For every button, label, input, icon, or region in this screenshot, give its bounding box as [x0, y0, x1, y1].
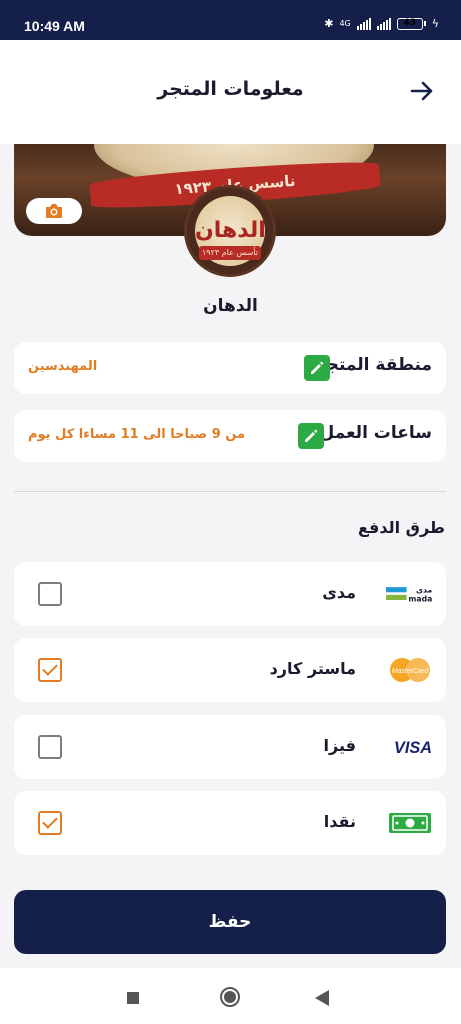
store-name: الدهان — [203, 296, 258, 316]
cash-icon — [386, 809, 434, 837]
store-area-label: منطقة المتجر — [316, 355, 432, 375]
edit-hours-button[interactable] — [298, 423, 324, 449]
payment-method-mada[interactable]: مدى mada مدى — [14, 562, 446, 626]
mada-icon: مدى mada — [386, 580, 434, 608]
charging-icon: ϟ — [431, 17, 439, 30]
logo-text: الدهان — [195, 218, 266, 243]
payment-label: نقدا — [323, 812, 356, 831]
store-logo[interactable]: الدهان تأسس عام ١٩٢٣ — [184, 185, 276, 277]
status-icons: ✱ 4G 43 ϟ — [324, 17, 439, 30]
change-cover-button[interactable] — [26, 198, 82, 224]
battery-level: 43 — [403, 17, 416, 28]
back-button[interactable] — [409, 78, 435, 104]
visa-checkbox[interactable] — [38, 735, 62, 759]
payment-label: مدى — [322, 583, 356, 602]
cash-checkbox[interactable] — [38, 811, 62, 835]
system-back-button[interactable] — [315, 990, 329, 1006]
pencil-icon — [311, 361, 324, 374]
mada-checkbox[interactable] — [38, 582, 62, 606]
working-hours-row: ساعات العمل من 9 صباحا الى 11 مساءا كل ي… — [14, 410, 446, 462]
app-header: معلومات المتجر — [0, 40, 461, 144]
payment-method-mastercard[interactable]: MasterCard ماستر كارد — [14, 638, 446, 702]
camera-icon — [46, 204, 62, 218]
mada-icon-text-bottom: mada — [408, 595, 432, 604]
logo-ribbon: تأسس عام ١٩٢٣ — [199, 246, 261, 260]
working-hours-value: من 9 صباحا الى 11 مساءا كل يوم — [28, 427, 246, 442]
arrow-right-icon — [410, 81, 433, 101]
working-hours-label: ساعات العمل — [319, 423, 432, 443]
divider — [14, 491, 446, 492]
mastercard-icon: MasterCard — [386, 656, 434, 684]
save-button[interactable]: حفظ — [14, 890, 446, 954]
payment-label: ماستر كارد — [269, 659, 356, 678]
store-area-row: منطقة المتجر المهندسين — [14, 342, 446, 394]
mastercard-checkbox[interactable] — [38, 658, 62, 682]
bluetooth-icon: ✱ — [324, 17, 334, 30]
mada-icon-text-top: مدى — [416, 585, 433, 594]
edit-area-button[interactable] — [304, 355, 330, 381]
payment-label: فيزا — [323, 736, 356, 755]
payment-method-cash[interactable]: نقدا — [14, 791, 446, 855]
payment-method-visa[interactable]: VISA فيزا — [14, 715, 446, 779]
network-label: 4G — [339, 19, 351, 28]
status-time: 10:49 AM — [24, 18, 85, 34]
status-bar: 10:49 AM ✱ 4G 43 ϟ — [0, 0, 461, 40]
store-area-value: المهندسين — [28, 359, 98, 374]
signal-icon — [356, 17, 371, 30]
payment-methods-title: طرق الدفع — [357, 518, 445, 537]
page-title: معلومات المتجر — [157, 78, 304, 100]
signal-icon-2 — [376, 17, 391, 30]
visa-icon: VISA — [386, 733, 434, 761]
mastercard-icon-text: MasterCard — [392, 668, 430, 675]
home-button[interactable] — [220, 987, 240, 1007]
visa-icon-text: VISA — [394, 739, 432, 757]
pencil-icon — [305, 429, 318, 442]
battery-icon: 43 — [396, 17, 426, 30]
recents-button[interactable] — [127, 992, 139, 1004]
system-nav-bar — [0, 968, 461, 1024]
